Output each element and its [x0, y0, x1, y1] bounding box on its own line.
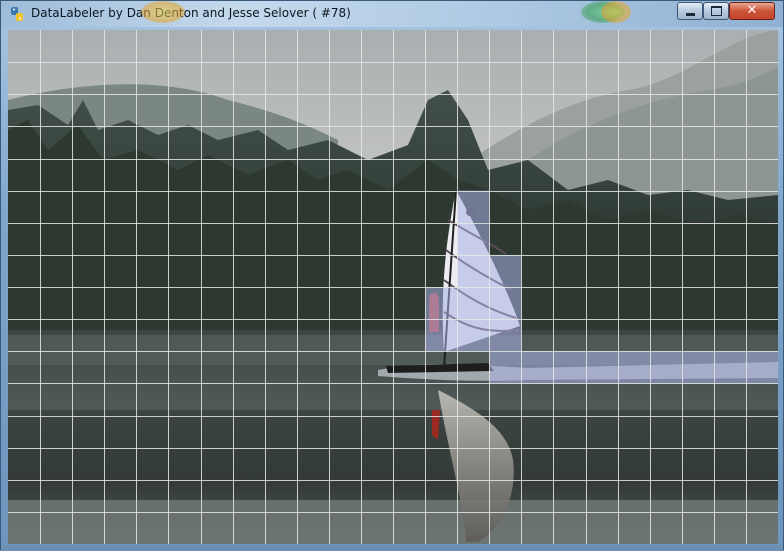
- grid-overlay[interactable]: [8, 30, 778, 544]
- selected-cell[interactable]: [745, 351, 778, 384]
- python-icon: [9, 6, 25, 22]
- selected-cell[interactable]: [585, 351, 618, 384]
- minimize-icon: [685, 12, 695, 16]
- selected-cell[interactable]: [425, 287, 458, 320]
- selected-cell[interactable]: [457, 254, 490, 287]
- selected-cell[interactable]: [425, 319, 458, 352]
- selected-cell[interactable]: [553, 351, 586, 384]
- window-title: DataLabeler by Dan Denton and Jesse Selo…: [31, 6, 351, 20]
- minimize-button[interactable]: [677, 2, 703, 20]
- selected-cell[interactable]: [713, 351, 746, 384]
- maximize-icon: [710, 6, 722, 16]
- close-button[interactable]: ✕: [729, 2, 775, 20]
- selected-cell[interactable]: [457, 319, 490, 352]
- close-icon: ✕: [746, 3, 758, 18]
- titlebar-decoration: [601, 1, 631, 23]
- title-bar[interactable]: DataLabeler by Dan Denton and Jesse Selo…: [1, 1, 783, 27]
- selected-cell[interactable]: [489, 287, 522, 320]
- selected-cell[interactable]: [649, 351, 682, 384]
- selected-cell[interactable]: [457, 222, 490, 255]
- app-window: DataLabeler by Dan Denton and Jesse Selo…: [0, 0, 784, 551]
- titlebar-decoration: [141, 1, 185, 23]
- selected-cell[interactable]: [617, 351, 650, 384]
- selected-cell[interactable]: [489, 254, 522, 287]
- selected-cell[interactable]: [489, 319, 522, 352]
- labeling-canvas[interactable]: [8, 30, 778, 544]
- selected-cell[interactable]: [489, 351, 522, 384]
- selected-cell[interactable]: [681, 351, 714, 384]
- selected-cell[interactable]: [521, 351, 554, 384]
- window-bottom-edge: [1, 545, 783, 551]
- maximize-button[interactable]: [703, 2, 729, 20]
- selected-cell[interactable]: [457, 190, 490, 223]
- selected-cell[interactable]: [457, 287, 490, 320]
